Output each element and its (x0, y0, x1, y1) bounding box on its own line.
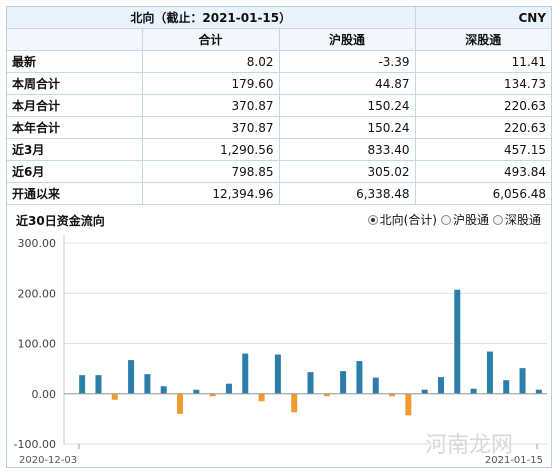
fund-flow-bar-chart: 300.00200.00100.000.00-100.002020-12-03 2… (14, 235, 547, 466)
bar (372, 377, 379, 394)
bar (291, 393, 298, 413)
bar (258, 393, 265, 402)
y-tick-label: 0.00 (32, 388, 57, 401)
bar (242, 353, 249, 394)
bar (356, 361, 363, 394)
bar (437, 377, 444, 394)
bar (470, 388, 477, 394)
bar (111, 393, 118, 400)
bar (503, 380, 510, 394)
bar (193, 389, 200, 394)
y-tick-label: 200.00 (18, 287, 57, 300)
bar (454, 289, 461, 394)
bar (405, 393, 412, 416)
bar (144, 374, 151, 394)
watermark-text: 河南龙网 (425, 433, 514, 458)
bar (486, 351, 493, 394)
bar (95, 375, 102, 394)
northbound-panel: 北向（截止：2021-01-15） CNY 合计 沪股通 深股通 最新 8.02… (6, 6, 552, 468)
bar (307, 372, 314, 394)
y-tick-label: 100.00 (18, 338, 57, 351)
bar (421, 389, 428, 394)
bar (79, 375, 86, 394)
bar (128, 360, 135, 394)
bar (225, 383, 232, 394)
x-tick-label: 2020-12-03 (19, 455, 77, 466)
bar (535, 389, 542, 394)
bar (340, 371, 347, 394)
y-tick-label: -100.00 (14, 438, 56, 451)
bar (160, 386, 167, 394)
bar (519, 368, 526, 394)
y-tick-label: 300.00 (18, 237, 57, 250)
bar (177, 393, 184, 414)
bar (274, 354, 281, 394)
